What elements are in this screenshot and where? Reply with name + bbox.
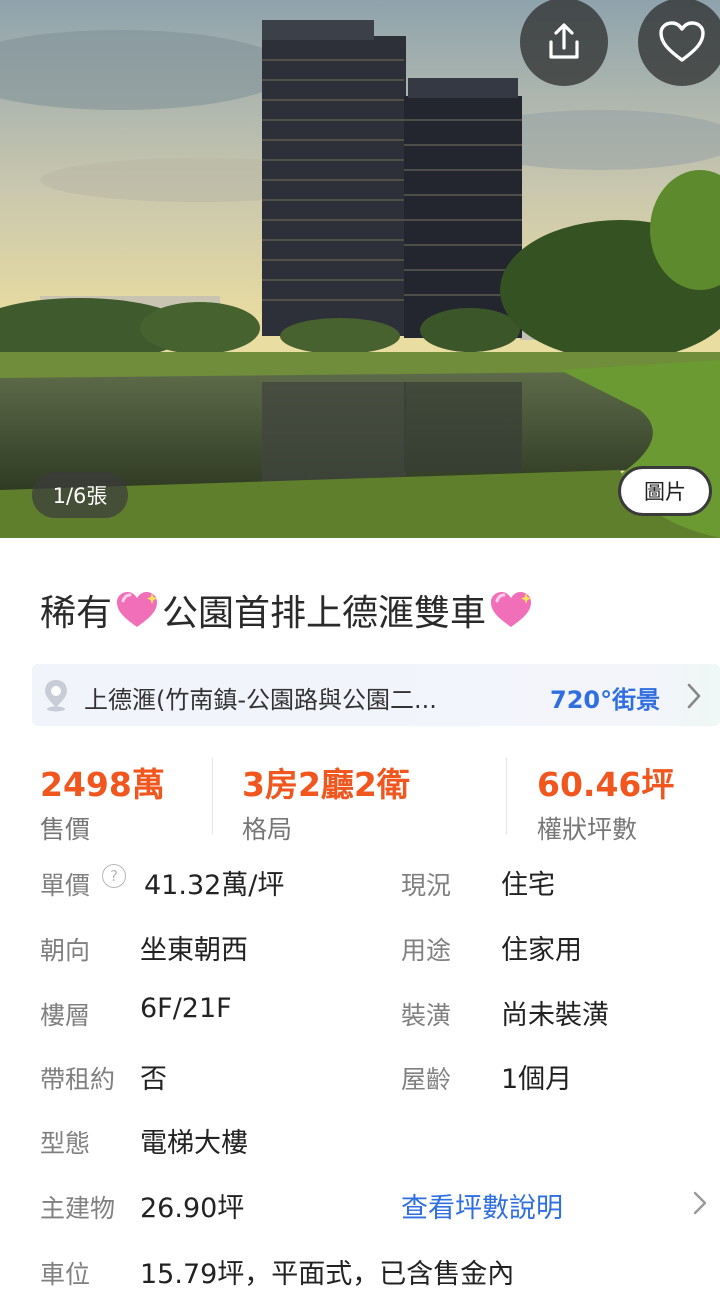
- orientation-label: 朝向: [40, 936, 91, 965]
- type-value: 電梯大樓: [140, 1128, 248, 1159]
- listing-photo[interactable]: 1/6張 圖片: [0, 0, 720, 538]
- sparkling-heart-icon: [491, 592, 532, 627]
- chevron-right-icon: [687, 683, 701, 709]
- unit-price-value: 41.32萬/坪: [144, 870, 285, 901]
- street-view-link[interactable]: 720°街景: [550, 680, 660, 715]
- usage-label: 用途: [401, 936, 452, 965]
- layout-label: 格局: [242, 815, 293, 844]
- decoration-label: 裝潢: [401, 1001, 452, 1030]
- address-bar[interactable]: 上德滙(竹南鎮-公園路與公園二... 720°街景: [32, 664, 720, 726]
- sparkling-heart-icon: [117, 592, 158, 627]
- main-building-value: 26.90坪: [140, 1193, 245, 1224]
- age-value: 1個月: [501, 1064, 573, 1095]
- help-icon[interactable]: ?: [102, 864, 126, 888]
- title-part2: 公園首排上德滙雙車: [162, 593, 487, 634]
- status-label: 現況: [401, 871, 452, 900]
- stat-divider: [212, 758, 213, 834]
- age-label: 屋齡: [401, 1065, 452, 1094]
- orientation-value: 坐東朝西: [140, 935, 248, 966]
- photo-counter-text: 1/6張: [52, 484, 108, 508]
- share-icon: [549, 23, 579, 59]
- location-pin-icon: [45, 680, 67, 712]
- price-stat: 2498萬 售價: [40, 758, 165, 846]
- floor-value: 6F/21F: [140, 993, 232, 1024]
- photo-tab-label: 圖片: [644, 480, 686, 504]
- building-photo-image: [0, 0, 720, 538]
- chevron-right-icon[interactable]: [692, 1190, 708, 1216]
- usage-value: 住家用: [501, 935, 582, 966]
- address-text: 上德滙(竹南鎮-公園路與公園二...: [84, 686, 437, 714]
- listing-title: 稀有 公園首排上德滙雙車: [40, 584, 536, 636]
- price-value: 2498萬: [40, 765, 165, 804]
- area-stat: 60.46坪 權狀坪數: [537, 758, 674, 846]
- floor-label: 樓層: [40, 1001, 91, 1030]
- decoration-value: 尚未裝潢: [501, 1000, 609, 1031]
- area-info-link[interactable]: 查看坪數說明: [401, 1186, 563, 1225]
- type-label: 型態: [40, 1129, 91, 1158]
- status-value: 住宅: [501, 870, 555, 901]
- favorite-button[interactable]: [638, 0, 720, 86]
- share-button[interactable]: [520, 0, 608, 86]
- photo-counter: 1/6張: [32, 472, 128, 518]
- parking-label: 車位: [40, 1260, 91, 1289]
- title-part1: 稀有: [40, 593, 113, 634]
- lease-label: 帶租約: [40, 1065, 116, 1094]
- main-building-label: 主建物: [40, 1194, 116, 1223]
- layout-stat: 3房2廳2衛 格局: [242, 758, 410, 846]
- heart-outline-icon: [659, 21, 705, 62]
- layout-value: 3房2廳2衛: [242, 765, 410, 804]
- lease-value: 否: [140, 1064, 167, 1095]
- parking-value: 15.79坪，平面式，已含售金內: [140, 1259, 515, 1290]
- area-value: 60.46坪: [537, 765, 675, 804]
- stat-divider: [506, 758, 507, 834]
- price-label: 售價: [40, 815, 91, 844]
- photo-tab-button[interactable]: 圖片: [618, 466, 712, 516]
- unit-price-label: 單價: [40, 871, 91, 900]
- area-label: 權狀坪數: [537, 815, 638, 844]
